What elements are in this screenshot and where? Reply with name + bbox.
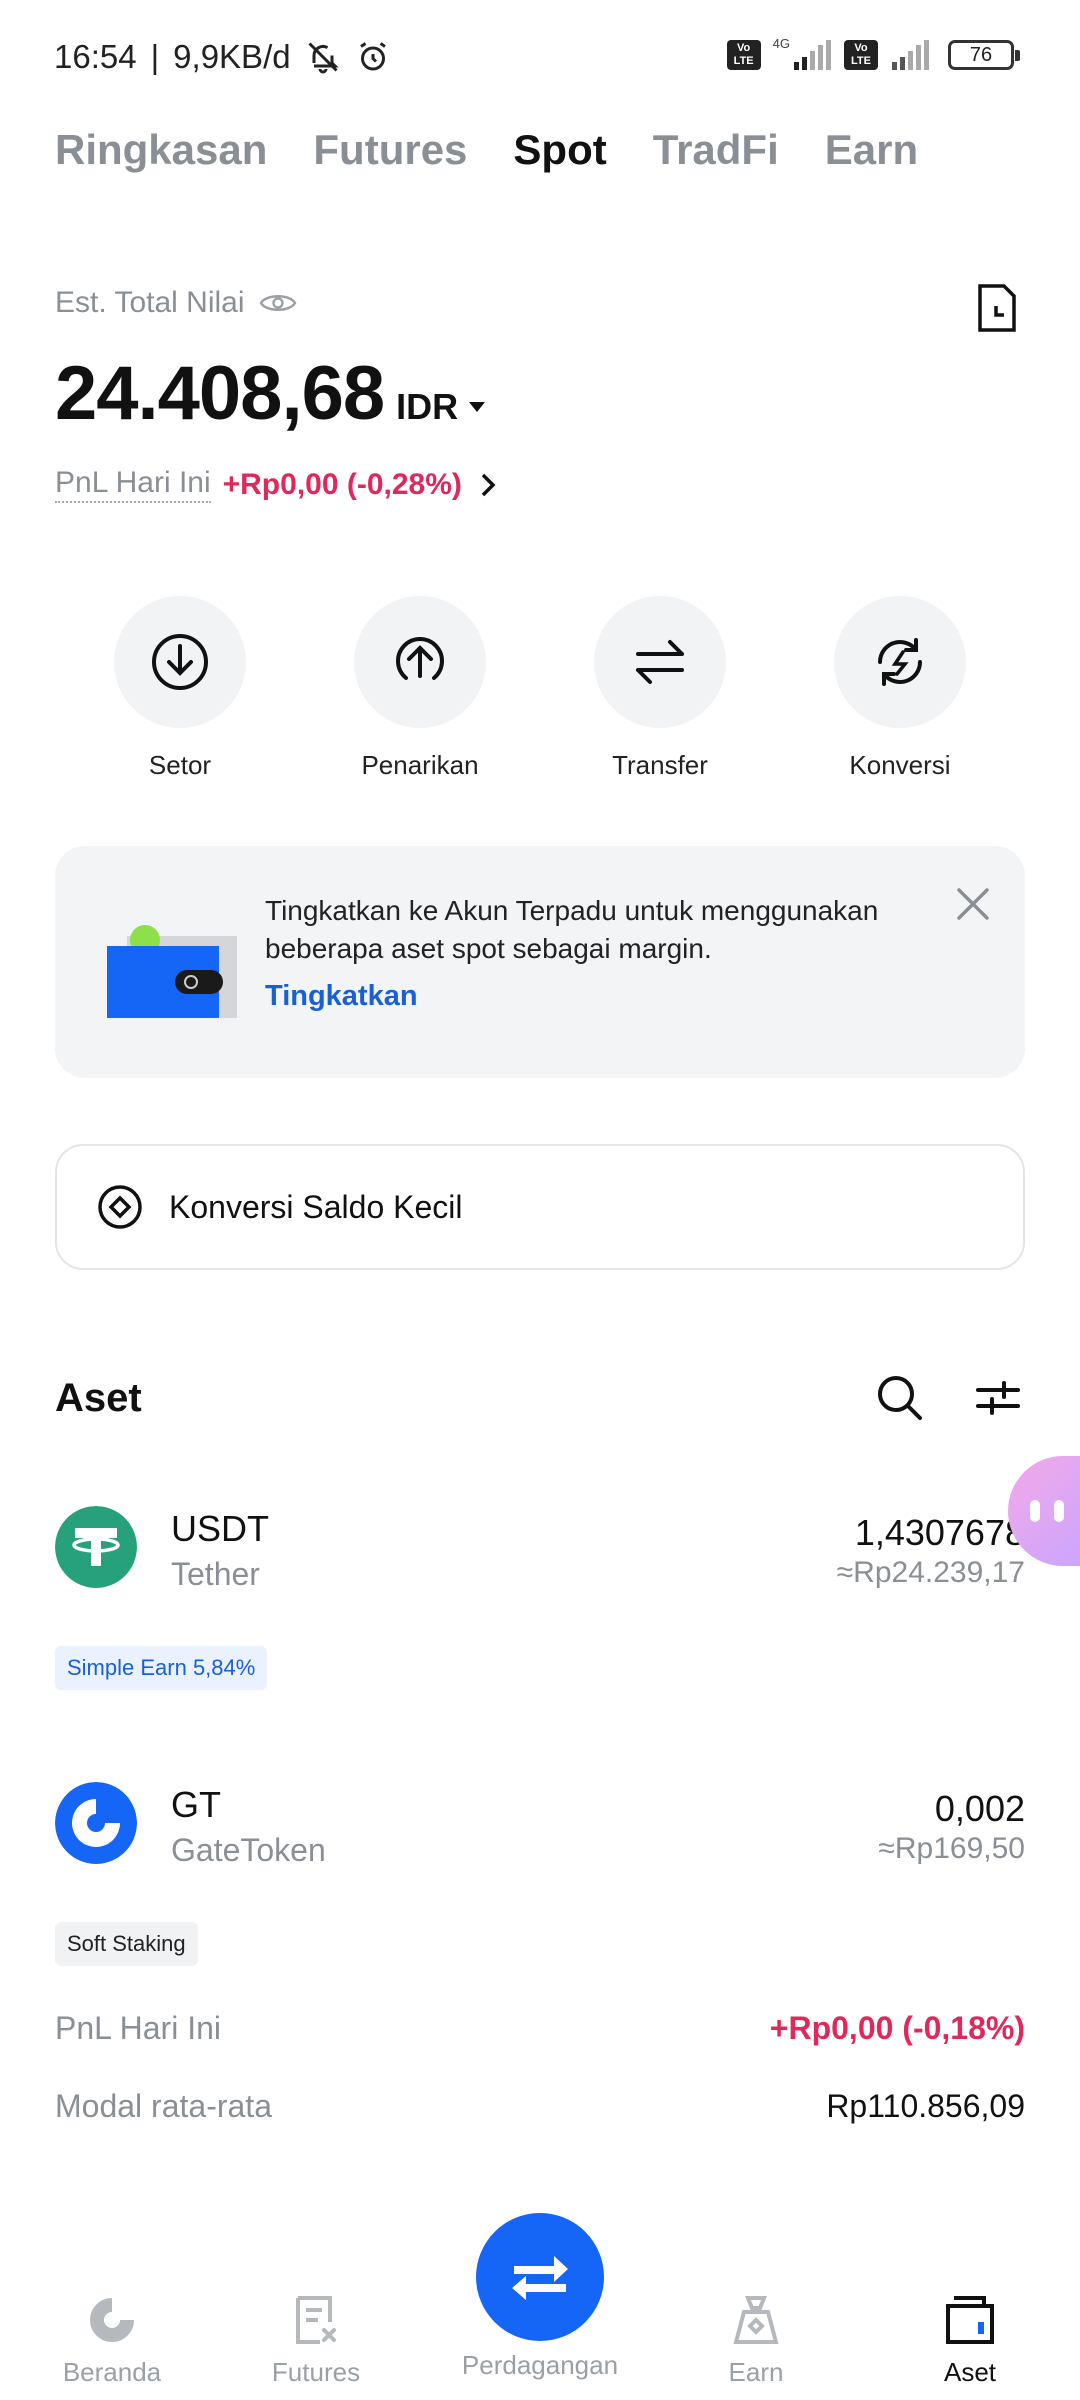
asset-symbol: USDT (171, 1508, 269, 1549)
asset-row-usdt[interactable]: USDT Tether 1,4307678 ≈Rp24.239,17 Simpl… (55, 1506, 1025, 1706)
pnl-label: PnL Hari Ini (55, 466, 211, 503)
tab-futures[interactable]: Futures (313, 126, 467, 174)
nav-beranda[interactable]: Beranda (22, 2294, 202, 2388)
quick-actions: Setor Penarikan Transfer Konversi (0, 596, 1080, 786)
pnl-value: +Rp0,00 (-0,28%) (222, 467, 462, 501)
convert-button[interactable]: Konversi (800, 596, 1000, 781)
signal-icon (794, 40, 831, 70)
currency-selector[interactable]: IDR (396, 386, 486, 428)
est-total-label: Est. Total Nilai (55, 286, 297, 320)
usdt-logo-icon (55, 1506, 137, 1588)
asset-amount: 1,4307678 (854, 1512, 1025, 1553)
search-icon[interactable] (874, 1372, 924, 1422)
tab-spot[interactable]: Spot (513, 126, 606, 174)
gt-pnl-row: PnL Hari Ini +Rp0,00 (-0,18%) (55, 2010, 1025, 2047)
download-icon (152, 634, 208, 690)
convert-label: Konversi (849, 750, 951, 780)
withdraw-button[interactable]: Penarikan (320, 596, 520, 781)
transfer-icon (636, 640, 684, 684)
transfer-label: Transfer (612, 750, 708, 780)
status-right: Vo LTE 4G Vo LTE 76 (726, 36, 1020, 70)
volte-badge: Vo LTE (726, 40, 761, 70)
trade-fab-button[interactable] (476, 2213, 604, 2341)
caret-down-icon (469, 402, 486, 412)
battery-icon: 76 (948, 40, 1020, 70)
close-icon[interactable] (953, 884, 993, 924)
home-icon (90, 2298, 134, 2342)
deposit-label: Setor (148, 750, 212, 780)
eye-icon[interactable] (259, 290, 297, 316)
asset-idr-value: ≈Rp169,50 (878, 1832, 1025, 1865)
asset-name: Tether (171, 1556, 260, 1592)
total-value: 24.408,68 (55, 351, 385, 436)
alarm-icon (359, 42, 386, 71)
tab-earn[interactable]: Earn (825, 126, 918, 174)
tab-bar: Ringkasan Futures Spot TradFi Earn (55, 126, 918, 174)
tab-ringkasan[interactable]: Ringkasan (55, 126, 267, 174)
assistant-eye (1054, 1500, 1064, 1522)
pnl-today-row[interactable]: PnL Hari Ini +Rp0,00 (-0,28%) (55, 466, 496, 503)
total-value-row: 24.408,68 IDR (55, 350, 486, 437)
nav-futures[interactable]: Futures (226, 2294, 406, 2388)
small-balance-convert-button[interactable]: Konversi Saldo Kecil (55, 1144, 1025, 1270)
detail-value: +Rp0,00 (-0,18%) (769, 2010, 1025, 2046)
asset-row-gt[interactable]: GT GateToken 0,002 ≈Rp169,50 Soft Stakin… (55, 1782, 1025, 1972)
convert-icon (878, 638, 922, 686)
nav-perdagangan[interactable]: Perdagangan (450, 2350, 630, 2381)
nav-earn[interactable]: Earn (666, 2294, 846, 2388)
asset-amount: 0,002 (934, 1788, 1025, 1829)
upgrade-banner: Tingkatkan ke Akun Terpadu untuk menggun… (55, 846, 1025, 1078)
assistant-eye (1030, 1500, 1040, 1522)
asset-symbol: GT (171, 1784, 221, 1825)
transfer-button[interactable]: Transfer (560, 596, 760, 781)
asset-name: GateToken (171, 1832, 326, 1868)
trade-icon (512, 2256, 568, 2300)
asset-idr-value: ≈Rp24.239,17 (836, 1556, 1025, 1589)
diamond-icon (98, 1185, 142, 1229)
status-time: 16:54 (54, 38, 137, 75)
small-balance-label: Konversi Saldo Kecil (169, 1188, 463, 1225)
wallet-illustration-icon (107, 925, 237, 1018)
upgrade-link[interactable]: Tingkatkan (265, 980, 418, 1013)
history-icon[interactable] (974, 282, 1020, 334)
soft-staking-badge[interactable]: Soft Staking (55, 1922, 198, 1966)
filter-settings-icon[interactable] (974, 1374, 1022, 1422)
detail-label: PnL Hari Ini (55, 2010, 221, 2046)
banner-text: Tingkatkan ke Akun Terpadu untuk menggun… (265, 895, 879, 964)
signal-icon-2 (892, 40, 929, 70)
nav-aset[interactable]: Aset (880, 2294, 1060, 2388)
deposit-button[interactable]: Setor (80, 596, 280, 781)
gt-logo-icon (55, 1782, 137, 1864)
detail-label: Modal rata-rata (55, 2088, 272, 2124)
chevron-right-icon (481, 473, 496, 496)
network-speed: 9,9KB/d (173, 38, 291, 75)
detail-value: Rp110.856,09 (826, 2088, 1025, 2124)
bell-off-icon (308, 42, 339, 74)
volte-badge-2: Vo LTE (844, 40, 878, 70)
upload-icon (396, 637, 444, 680)
status-left: 16:54 | 9,9KB/d (54, 38, 391, 76)
tab-tradfi[interactable]: TradFi (653, 126, 779, 174)
futures-icon (296, 2296, 336, 2344)
gt-avg-cost-row: Modal rata-rata Rp110.856,09 (55, 2088, 1025, 2125)
wallet-icon (946, 2296, 994, 2344)
earn-icon (733, 2296, 779, 2344)
simple-earn-badge[interactable]: Simple Earn 5,84% (55, 1646, 268, 1690)
withdraw-label: Penarikan (361, 750, 479, 780)
assets-title: Aset (55, 1376, 142, 1420)
network-type: 4G (772, 35, 790, 51)
status-bar: 16:54 | 9,9KB/d Vo LTE 4G Vo LTE 76 (0, 0, 1080, 120)
